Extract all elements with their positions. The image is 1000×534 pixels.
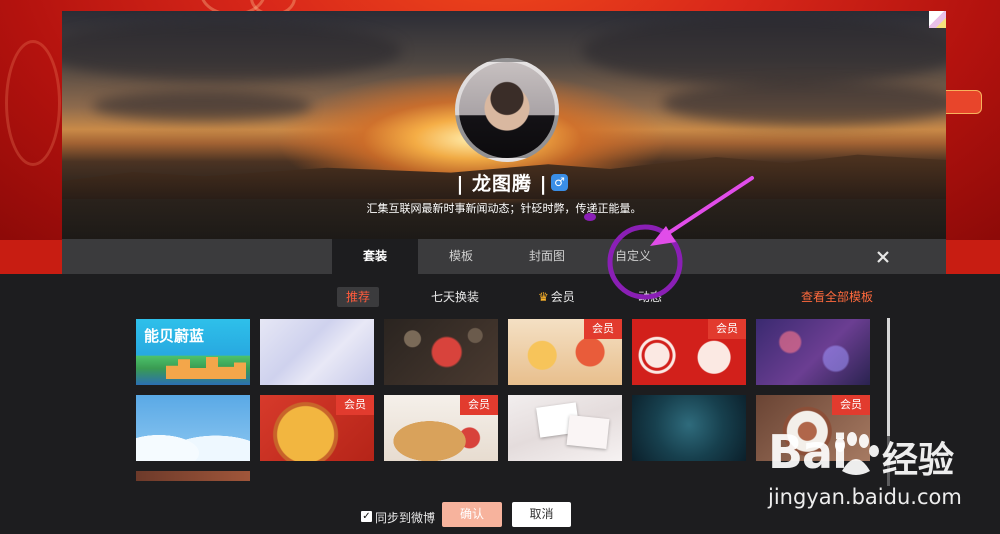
template-tile[interactable]: 会员: [384, 395, 498, 461]
filter-member-label: 会员: [550, 290, 575, 304]
tile-buildings: [166, 357, 246, 379]
tab-cover-image[interactable]: 封面图: [504, 239, 590, 274]
template-tile[interactable]: [136, 471, 250, 481]
template-tile[interactable]: [632, 395, 746, 461]
filter-seven-day[interactable]: 七天换装: [431, 287, 479, 307]
tab-template[interactable]: 模板: [418, 239, 504, 274]
sync-weibo-label: 同步到微博: [375, 511, 436, 525]
sync-weibo-checkbox[interactable]: ✓: [361, 511, 372, 522]
member-badge: 会员: [460, 395, 498, 415]
member-badge: 会员: [336, 395, 374, 415]
filter-member[interactable]: ♛ 会员: [538, 287, 575, 307]
confirm-button[interactable]: 确认: [442, 502, 502, 527]
view-all-templates-link[interactable]: 查看全部模板: [801, 287, 873, 307]
template-title: 能贝蔚蓝: [144, 327, 205, 345]
cloud: [582, 16, 946, 86]
avatar[interactable]: [455, 58, 559, 162]
cover-image: | 龙图腾 | ♂ 汇集互联网最新时事新闻动态；针砭时弊，传递正能量。: [62, 11, 946, 239]
baidu-jingyan-watermark: Bai 经验 jingyan.baidu.com: [760, 425, 1000, 530]
cloud: [662, 81, 946, 126]
profile-description: 汇集互联网最新时事新闻动态；针砭时弊，传递正能量。: [366, 202, 642, 215]
swirl-ornament: [5, 40, 61, 166]
member-badge: 会员: [708, 319, 746, 339]
tile-photo-frame: [566, 414, 610, 450]
template-tile[interactable]: [136, 395, 250, 461]
filter-dynamic[interactable]: 动态: [638, 287, 662, 307]
profile-name: | 龙图腾 |: [456, 173, 548, 195]
member-badge: 会员: [584, 319, 622, 339]
crown-icon: ♛: [538, 290, 549, 304]
template-tile[interactable]: [260, 319, 374, 385]
close-icon[interactable]: [874, 248, 892, 266]
template-tile[interactable]: 会员: [260, 395, 374, 461]
template-corner-icon[interactable]: [929, 11, 946, 28]
member-badge: 会员: [832, 395, 870, 415]
watermark-url: jingyan.baidu.com: [768, 485, 962, 509]
scrollbar-thumb[interactable]: [887, 318, 890, 436]
template-tile[interactable]: 能贝蔚蓝: [136, 319, 250, 385]
template-tile[interactable]: [508, 395, 622, 461]
paw-icon: [835, 432, 879, 475]
skin-tab-bar: 套装 模板 封面图 自定义: [62, 239, 946, 274]
male-icon: ♂: [551, 174, 568, 191]
template-tile[interactable]: 会员: [632, 319, 746, 385]
template-tile[interactable]: [384, 319, 498, 385]
cloud: [92, 91, 312, 121]
template-tile[interactable]: [756, 319, 870, 385]
watermark-jingyan: 经验: [882, 440, 955, 481]
tab-suit[interactable]: 套装: [332, 239, 418, 274]
tab-custom[interactable]: 自定义: [590, 239, 676, 274]
cancel-button[interactable]: 取消: [512, 502, 571, 527]
cloud: [62, 21, 402, 81]
filter-recommend[interactable]: 推荐: [337, 287, 379, 307]
template-tile[interactable]: 会员: [508, 319, 622, 385]
